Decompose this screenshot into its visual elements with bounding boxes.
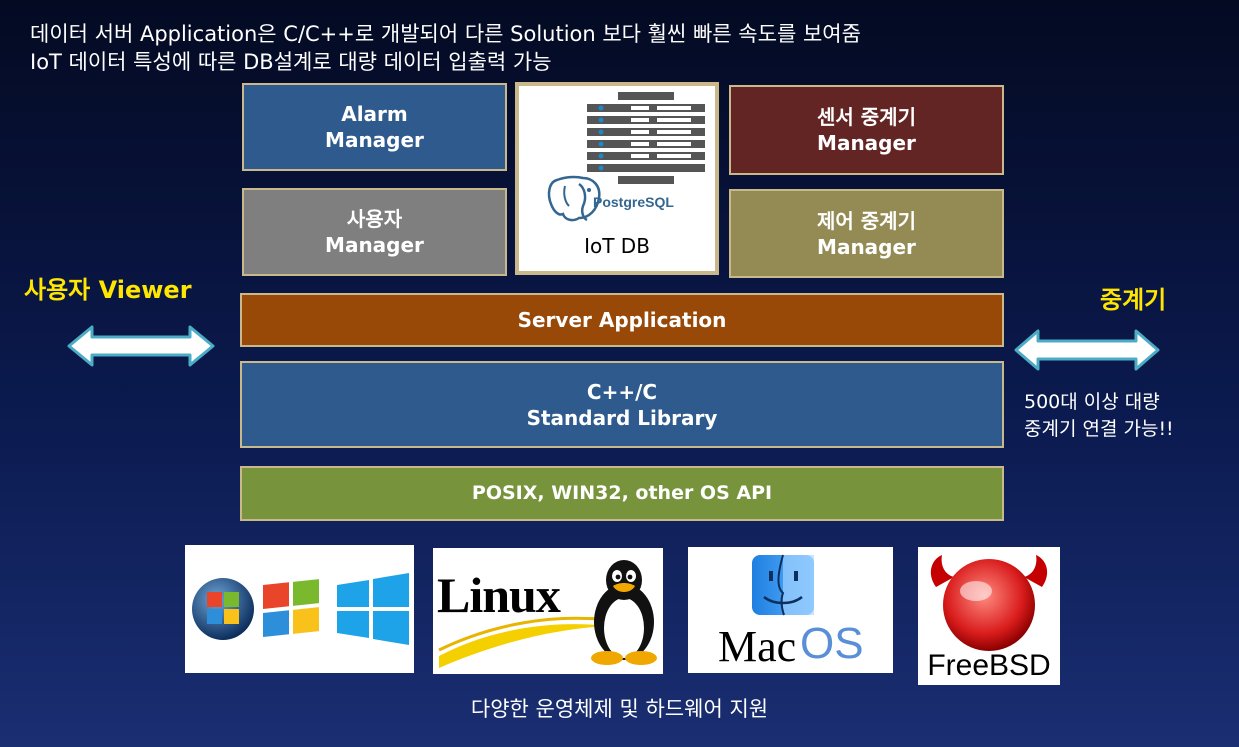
user-manager-line1: 사용자 — [346, 207, 403, 231]
headline-2: IoT 데이터 특성에 따른 DB설계로 대량 데이터 입출력 가능 — [30, 50, 552, 74]
relay-note-line1: 500대 이상 대량 — [1024, 391, 1160, 413]
relay-capacity-note: 500대 이상 대량 중계기 연결 가능!! — [1024, 389, 1174, 442]
windows-logo — [185, 545, 414, 673]
server-application-label: Server Application — [517, 308, 727, 332]
relay-note-line2: 중계기 연결 가능!! — [1024, 417, 1174, 440]
sensor-relay-manager-line1: 센서 중계기 — [817, 105, 916, 129]
right-double-arrow-icon — [1014, 329, 1160, 371]
standard-library-layer: C++/C Standard Library — [240, 361, 1004, 448]
standard-library-line1: C++/C — [586, 379, 658, 404]
iot-db-box: PostgreSQL IoT DB — [515, 82, 719, 275]
linux-logo: Linux — [433, 548, 663, 674]
user-viewer-label: 사용자 Viewer — [24, 276, 192, 304]
control-relay-manager-box: 제어 중계기 Manager — [729, 189, 1004, 278]
os-api-label: POSIX, WIN32, other OS API — [471, 482, 773, 505]
freebsd-logo: FreeBSD — [918, 547, 1060, 685]
os-logo-text: OS — [800, 619, 864, 668]
relay-label: 중계기 — [1100, 286, 1167, 314]
server-application-layer: Server Application — [240, 293, 1004, 347]
iot-db-label: IoT DB — [584, 234, 650, 258]
control-relay-manager-line1: 제어 중계기 — [817, 208, 916, 233]
windows-logos-icon — [192, 573, 409, 645]
alarm-manager-box: Alarm Manager — [242, 83, 507, 171]
sensor-relay-manager-box: 센서 중계기 Manager — [729, 85, 1004, 175]
user-manager-line2: Manager — [325, 233, 424, 257]
alarm-manager-line1: Alarm — [341, 102, 408, 126]
mac-finder-face-icon — [752, 554, 814, 616]
macos-logo: Mac OS — [688, 547, 893, 673]
os-support-caption: 다양한 운영체제 및 하드웨어 지원 — [470, 697, 769, 721]
left-double-arrow-icon — [67, 325, 215, 367]
user-manager-box: 사용자 Manager — [242, 188, 507, 276]
postgresql-logo-text: PostgreSQL — [593, 194, 674, 210]
headline-1: 데이터 서버 Application은 C/C++로 개발되어 다른 Solut… — [30, 22, 861, 46]
standard-library-line2: Standard Library — [526, 405, 718, 430]
tux-penguin-icon — [591, 560, 657, 665]
freebsd-logo-text: FreeBSD — [927, 649, 1051, 682]
linux-logo-text: Linux — [437, 567, 561, 623]
sensor-relay-manager-line2: Manager — [817, 131, 916, 155]
control-relay-manager-line2: Manager — [817, 234, 916, 259]
os-api-layer: POSIX, WIN32, other OS API — [240, 466, 1004, 521]
mac-logo-text: Mac — [718, 622, 797, 671]
freebsd-daemon-icon — [930, 555, 1048, 651]
alarm-manager-line2: Manager — [325, 128, 424, 152]
